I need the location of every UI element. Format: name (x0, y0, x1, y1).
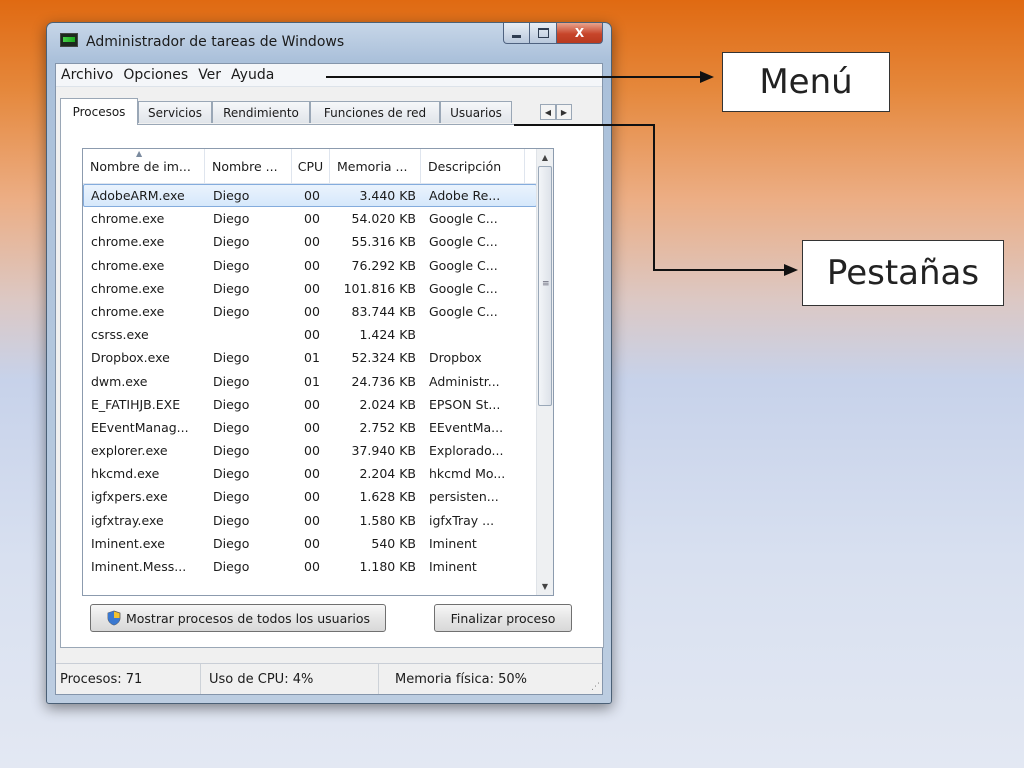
tab-procesos[interactable]: Procesos (60, 98, 138, 125)
annotation-arrows (326, 71, 798, 276)
menu-arrow-head (700, 71, 714, 83)
tabs-arrow-line (514, 124, 790, 271)
callout-tabs: Pestañas (802, 240, 1004, 306)
tabs-arrow-head (784, 264, 798, 276)
callout-menu: Menú (722, 52, 890, 112)
